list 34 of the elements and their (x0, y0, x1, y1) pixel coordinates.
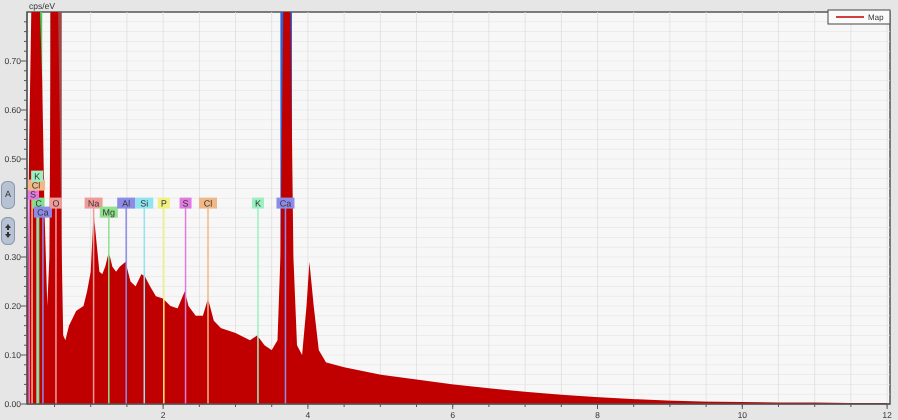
zoom-button[interactable] (1, 217, 15, 245)
x-tick-label: 8 (595, 410, 600, 420)
y-tick-label: 0.10 (4, 350, 21, 360)
element-label: Al (122, 198, 130, 209)
element-label: Ca (37, 208, 49, 218)
y-tick-label: 0.20 (4, 301, 21, 311)
element-label: Na (88, 198, 100, 209)
up-down-arrows-icon (4, 223, 12, 239)
element-label: Si (140, 198, 148, 209)
y-tick-label: 0.60 (4, 105, 21, 115)
y-tick-label: 0.30 (4, 252, 21, 262)
element-label: P (160, 198, 167, 209)
x-tick-label: 2 (160, 410, 166, 420)
x-tick-label: 10 (738, 410, 748, 420)
legend: Map (828, 10, 890, 24)
x-tick-label: 12 (882, 410, 892, 420)
element-label: O (52, 198, 60, 209)
element-label: Mg (102, 208, 116, 218)
element-label: Cl (204, 198, 212, 209)
element-label: C (35, 198, 42, 209)
element-label: K (34, 172, 40, 182)
element-label: S (182, 198, 189, 209)
element-label: S (30, 190, 36, 200)
x-tick-label: 6 (450, 410, 456, 420)
legend-label: Map (868, 13, 884, 22)
x-tick-label: 4 (306, 410, 310, 420)
y-tick-label: 0.50 (4, 154, 21, 164)
y-tick-label: 0.00 (4, 399, 21, 409)
y-tick-label: 0.70 (4, 56, 21, 66)
auto-scale-button[interactable]: A (1, 181, 15, 209)
element-label: Cl (32, 180, 40, 191)
element-label: K (254, 198, 261, 209)
y-axis-title: cps/eV (29, 1, 55, 11)
element-label: Ca (280, 198, 292, 209)
